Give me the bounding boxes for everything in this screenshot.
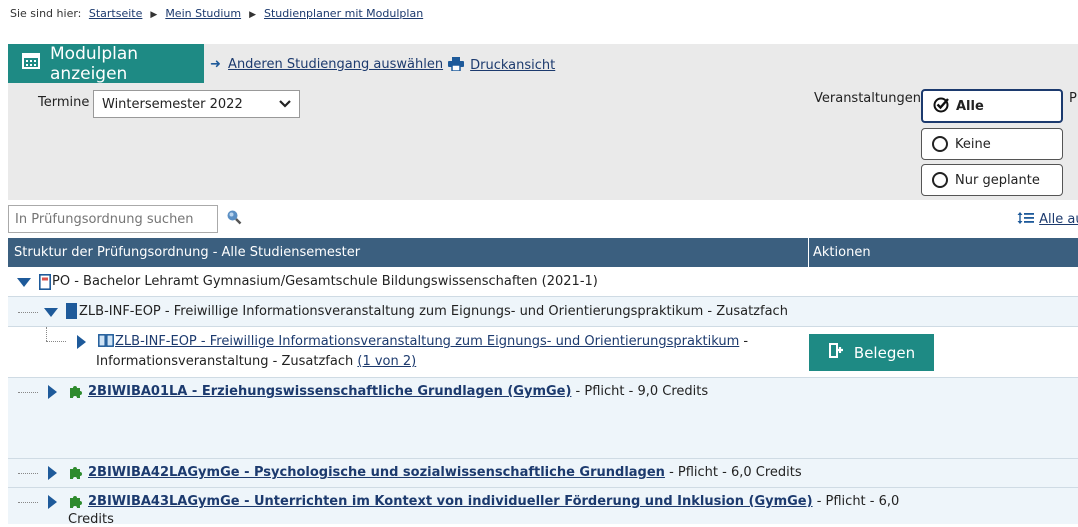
event-link[interactable]: ZLB-INF-EOP - Freiwillige Informationsve… [115, 334, 739, 349]
veranstaltungen-keine-option[interactable]: Keine [921, 128, 1063, 160]
collapse-toggle-icon[interactable] [17, 278, 31, 287]
radio-circle-icon [932, 172, 948, 188]
alle-aus-label: Alle au [1039, 212, 1078, 227]
tree-connector [18, 502, 38, 503]
search-input[interactable] [8, 205, 218, 233]
table-header: Struktur der Prüfungsordnung - Alle Stud… [8, 238, 1078, 267]
veranstaltungen-nur-geplante-option[interactable]: Nur geplante [921, 164, 1063, 196]
module-link[interactable]: 2BIWIBA43LAGymGe - Unterrichten im Konte… [88, 494, 813, 509]
anderen-studiengang-link[interactable]: ➜ Anderen Studiengang auswählen [210, 57, 443, 72]
tree-connector [18, 392, 38, 393]
calendar-icon [22, 53, 40, 74]
expand-toggle-icon[interactable] [48, 466, 57, 480]
breadcrumb-mein-studium[interactable]: Mein Studium [165, 7, 241, 20]
module-info: - Pflicht - 6,0 Credits [664, 465, 802, 480]
expand-toggle-icon[interactable] [48, 385, 57, 399]
termine-label: Termine [38, 95, 90, 110]
expand-toggle-icon[interactable] [48, 495, 57, 509]
folder-icon [66, 303, 77, 323]
belegen-button[interactable]: Belegen [809, 334, 934, 371]
module-info-cont: Credits [68, 512, 114, 527]
header-actions: Aktionen [813, 245, 871, 260]
tree-connector [46, 327, 47, 341]
puzzle-icon [68, 384, 84, 404]
nur-geplante-label: Nur geplante [955, 172, 1040, 188]
puzzle-icon [68, 494, 84, 514]
puzzle-icon [68, 465, 84, 485]
chevron-down-icon [279, 97, 291, 112]
alle-aufklappen-link[interactable]: Alle au [1017, 211, 1078, 227]
breadcrumb: Sie sind hier: Startseite ▶ Mein Studium ▶ S… [10, 7, 423, 20]
collapse-toggle-icon[interactable] [44, 308, 58, 317]
chevron-right-icon: ▶ [150, 10, 158, 20]
tree-connector [18, 473, 38, 474]
termine-value: Wintersemester 2022 [102, 96, 243, 112]
tree-connector [18, 312, 38, 313]
module-link[interactable]: 2BIWIBA01LA - Erziehungswissenschaftlich… [88, 384, 571, 399]
header-divider [808, 238, 809, 267]
event-count-link[interactable]: (1 von 2) [357, 354, 416, 369]
modulplan-label: Modulplan anzeigen [50, 43, 139, 84]
table-row-module: 2BIWIBA01LA - Erziehungswissenschaftlich… [8, 378, 1078, 459]
breadcrumb-studienplaner[interactable]: Studienplaner mit Modulplan [264, 7, 423, 20]
document-icon [39, 274, 51, 294]
table-row-po: PO - Bachelor Lehramt Gymnasium/Gesamtsc… [8, 267, 1078, 297]
table-row-module: 2BIWIBA42LAGymGe - Psychologische und so… [8, 459, 1078, 488]
module-info: - Pflicht - 9,0 Credits [571, 384, 709, 399]
table-row-module: 2BIWIBA43LAGymGe - Unterrichten im Konte… [8, 488, 1078, 527]
chevron-right-icon: ▶ [249, 10, 257, 20]
module-info: - Pflicht - 6,0 [812, 494, 900, 509]
expand-list-icon [1017, 212, 1039, 227]
expand-toggle-icon[interactable] [77, 335, 86, 349]
event-suffix: - [739, 334, 749, 349]
breadcrumb-prefix: Sie sind hier: [10, 7, 82, 20]
header-structure: Struktur der Prüfungsordnung - Alle Stud… [14, 245, 361, 260]
belegen-label: Belegen [853, 343, 916, 362]
breadcrumb-startseite[interactable]: Startseite [89, 7, 143, 20]
druck-label: Druckansicht [470, 58, 556, 73]
keine-label: Keine [955, 136, 991, 152]
checked-circle-icon [933, 96, 950, 117]
termine-select[interactable]: Wintersemester 2022 [93, 90, 300, 118]
studiengang-label: Anderen Studiengang auswählen [228, 57, 444, 72]
tree-connector [46, 341, 66, 342]
printer-icon [448, 57, 468, 73]
zlb-label: ZLB-INF-EOP - Freiwillige Informationsve… [79, 304, 788, 319]
table-row-zlb: ZLB-INF-EOP - Freiwillige Informationsve… [8, 297, 1078, 327]
enroll-door-icon [828, 342, 844, 363]
modulplan-anzeigen-button[interactable]: Modulplan anzeigen [8, 43, 204, 84]
alle-label: Alle [956, 98, 984, 114]
truncated-label: P [1069, 91, 1077, 106]
module-link[interactable]: 2BIWIBA42LAGymGe - Psychologische und so… [88, 465, 665, 480]
event-type: Informationsveranstaltung - Zusatzfach [96, 354, 358, 369]
book-icon [98, 334, 114, 351]
veranstaltungen-alle-option[interactable]: Alle [921, 89, 1063, 123]
radio-circle-icon [932, 136, 948, 152]
arrow-right-icon: ➜ [210, 57, 221, 72]
druckansicht-link[interactable]: Druckansicht [448, 57, 555, 73]
po-label: PO - Bachelor Lehramt Gymnasium/Gesamtsc… [52, 274, 598, 289]
veranstaltungen-label: Veranstaltungen: [814, 91, 926, 106]
search-icon[interactable] [226, 209, 242, 229]
